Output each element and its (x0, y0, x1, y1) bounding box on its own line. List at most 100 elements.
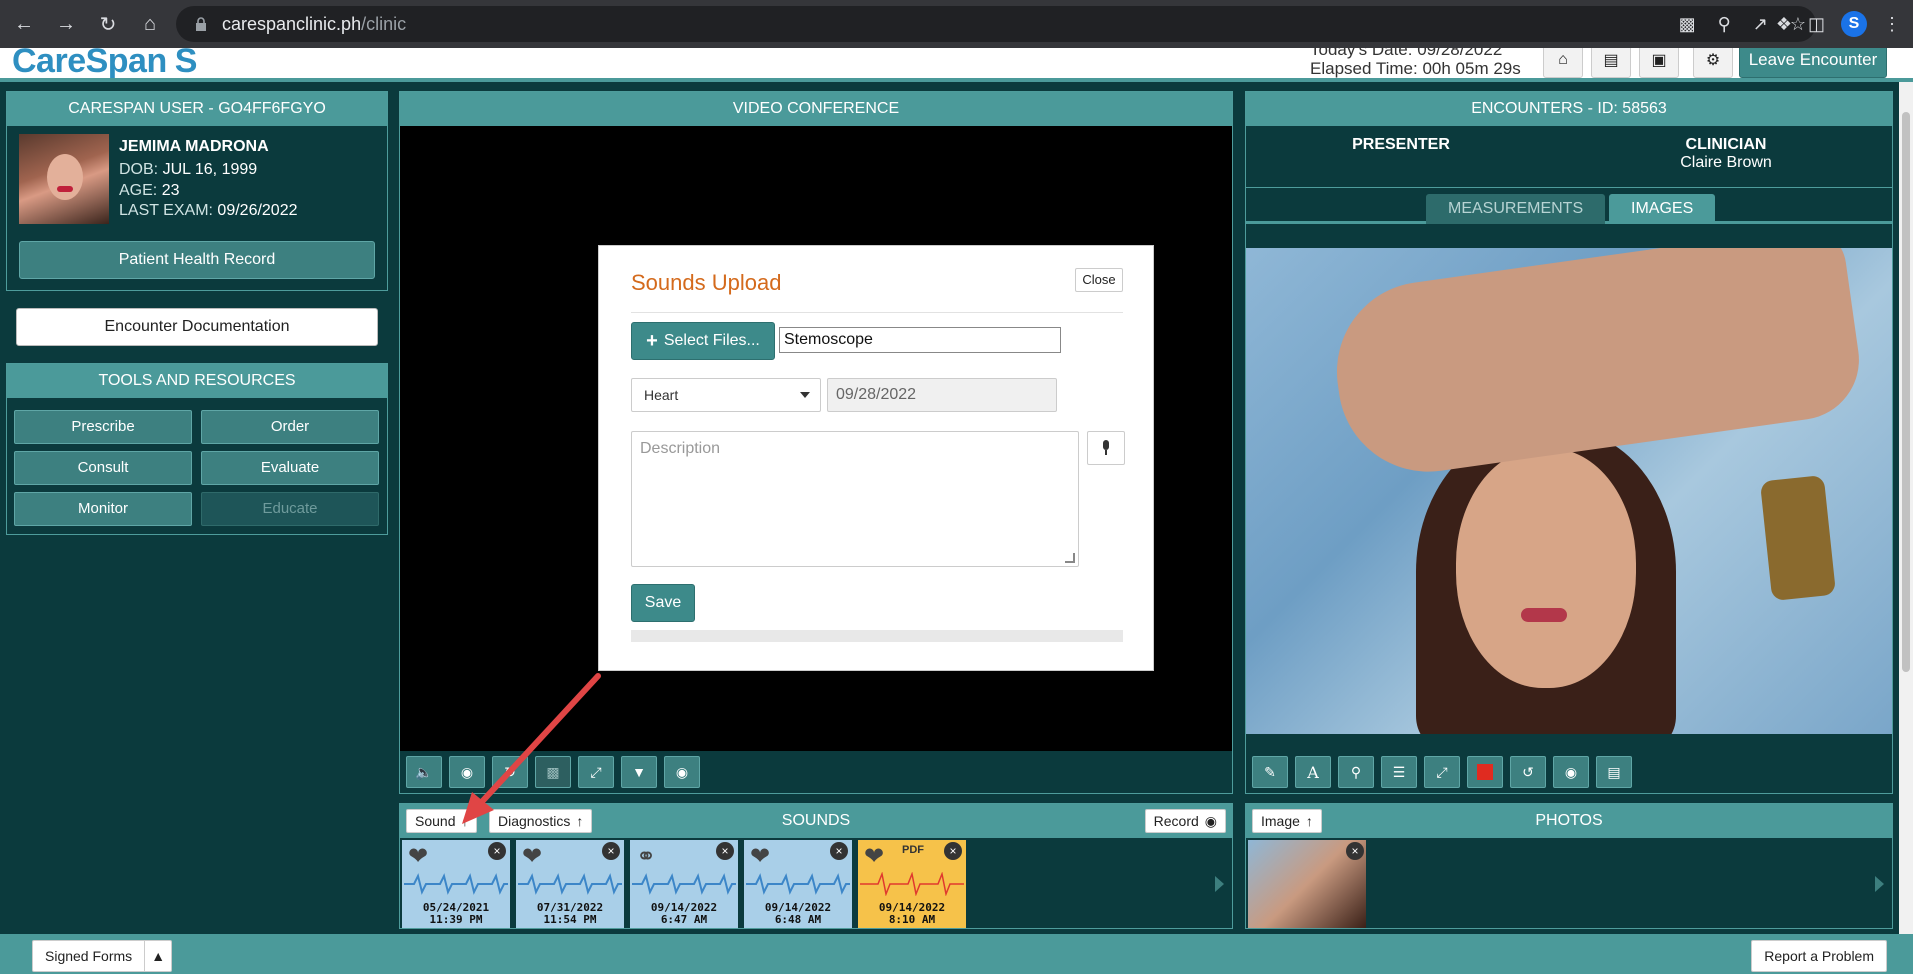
report-problem-button[interactable]: Report a Problem (1751, 940, 1887, 972)
remove-icon[interactable]: × (716, 842, 734, 860)
save-button[interactable]: Save (631, 584, 695, 622)
pencil-icon: ✎ (1264, 763, 1276, 780)
sound-item-pdf[interactable]: ❤ PDF × 09/14/2022 8:10 AM (858, 840, 966, 928)
chevron-up-icon[interactable]: ▲ (145, 948, 171, 964)
video-panel-title: VIDEO CONFERENCE (400, 92, 1232, 126)
home-button[interactable]: ⌂ (1543, 48, 1583, 78)
capture-button[interactable]: ◉ (1553, 756, 1589, 788)
prescribe-button[interactable]: Prescribe (14, 410, 192, 444)
presenter-label: PRESENTER (1352, 136, 1450, 153)
snapshot-button[interactable]: ◉ (664, 756, 700, 788)
patient-health-record-button[interactable]: Patient Health Record (19, 241, 375, 279)
menu-kebab-icon[interactable]: ⋮ (1883, 14, 1901, 35)
clinician: CLINICIAN Claire Brown (1626, 136, 1826, 172)
text-button[interactable]: A (1295, 756, 1331, 788)
description-textarea[interactable]: Description (631, 431, 1079, 567)
sound-item[interactable]: ❤ × 07/31/2022 11:54 PM (516, 840, 624, 928)
sound-btn-label: Sound (415, 813, 456, 829)
briefcase-button[interactable]: ▣ (1639, 48, 1679, 78)
address-bar[interactable]: carespanclinic.ph/clinic ▩ ⚲ ↗ ☆ (176, 6, 1816, 42)
remove-icon[interactable]: × (830, 842, 848, 860)
clinician-label: CLINICIAN (1685, 136, 1767, 153)
remove-icon[interactable]: × (1346, 842, 1364, 860)
diagnostics-upload-button[interactable]: Diagnostics ↑ (489, 809, 593, 833)
remove-icon[interactable]: × (944, 842, 962, 860)
heart-icon: ❤ (864, 843, 885, 870)
close-button[interactable]: Close (1075, 268, 1123, 292)
date-field[interactable]: 09/28/2022 (827, 378, 1057, 412)
forward-icon[interactable]: → (48, 6, 84, 42)
home-icon[interactable]: ⌂ (132, 6, 168, 42)
remove-icon[interactable]: × (488, 842, 506, 860)
document-button[interactable]: ▤ (1591, 48, 1631, 78)
camera-blocked-icon[interactable]: ▩ (1679, 14, 1696, 35)
video-toolbar: 🔈 ◉ ↻ ▩ ⤢ ▼ ◉ (400, 751, 1232, 793)
eye-slash-icon: ◉ (460, 763, 474, 780)
sound-item[interactable]: ❤ × 09/14/2022 6:48 AM (744, 840, 852, 928)
profile-avatar-icon[interactable]: S (1841, 11, 1867, 37)
list-button[interactable]: ☰ (1381, 756, 1417, 788)
settings-button[interactable]: ⚙ (1693, 48, 1733, 78)
page-scrollbar[interactable] (1899, 82, 1913, 934)
organ-select[interactable]: Heart (631, 378, 821, 412)
video-toggle-button[interactable]: ▩ (535, 756, 571, 788)
expand-icon: ⤢ (590, 763, 602, 780)
share-icon[interactable]: ↗ (1753, 14, 1768, 35)
pencil-button[interactable]: ✎ (1252, 756, 1288, 788)
session-times: Today's Date: 09/28/2022 Elapsed Time: 0… (1310, 48, 1521, 78)
photos-panel: PHOTOS Image ↑ × (1245, 803, 1893, 929)
browser-chrome: ← → ↻ ⌂ carespanclinic.ph/clinic ▩ ⚲ ↗ ☆… (0, 0, 1913, 48)
sound-item[interactable]: ❤ × 05/24/2021 11:39 PM (402, 840, 510, 928)
back-icon[interactable]: ← (6, 6, 42, 42)
sounds-title: SOUNDS (781, 812, 851, 829)
image-btn-label: Image (1261, 813, 1300, 829)
select-files-button[interactable]: + Select Files... (631, 322, 775, 360)
modal-divider (631, 312, 1123, 313)
stop-button[interactable] (1467, 756, 1503, 788)
consult-button[interactable]: Consult (14, 451, 192, 485)
fullscreen-button[interactable]: ⤢ (578, 756, 614, 788)
next-arrow-icon[interactable] (1875, 876, 1884, 892)
dictation-button[interactable] (1087, 431, 1125, 465)
microphone-button[interactable]: ▼ (621, 756, 657, 788)
patient-dob: DOB: JUL 16, 1999 (119, 161, 257, 179)
leave-encounter-button[interactable]: Leave Encounter (1739, 48, 1887, 78)
tab-images[interactable]: IMAGES (1609, 194, 1716, 224)
mute-button[interactable]: 🔈 (406, 756, 442, 788)
zoom-icon[interactable]: ⚲ (1718, 14, 1731, 35)
sound-item[interactable]: ⚭ × 09/14/2022 6:47 AM (630, 840, 738, 928)
retake-button[interactable]: ↺ (1510, 756, 1546, 788)
photos-header: PHOTOS Image ↑ (1246, 804, 1892, 838)
sounds-list: ❤ × 05/24/2021 11:39 PM ❤ × 07/31/2022 11:… (400, 840, 1232, 928)
reload-icon[interactable]: ↻ (90, 6, 126, 42)
tab-measurements[interactable]: MEASUREMENTS (1426, 194, 1606, 224)
next-arrow-icon[interactable] (1215, 876, 1224, 892)
lock-icon (196, 17, 206, 31)
fullscreen-button[interactable]: ⤢ (1424, 756, 1460, 788)
rotate-icon: ↻ (504, 763, 516, 780)
hide-self-button[interactable]: ◉ (449, 756, 485, 788)
carespan-logo[interactable]: CareSpan S (12, 48, 197, 78)
document-button[interactable]: ▤ (1596, 756, 1632, 788)
sound-upload-button[interactable]: Sound ↑ (406, 809, 478, 833)
switch-camera-button[interactable]: ↻ (492, 756, 528, 788)
file-name-field[interactable]: Stemoscope (779, 327, 1061, 353)
zoom-button[interactable]: ⚲ (1338, 756, 1374, 788)
encounter-documentation-button[interactable]: Encounter Documentation (16, 308, 378, 346)
side-panel-icon[interactable]: ◫ (1808, 14, 1825, 35)
remove-icon[interactable]: × (602, 842, 620, 860)
image-upload-button[interactable]: Image ↑ (1252, 809, 1322, 833)
resize-grip-icon[interactable] (1065, 553, 1075, 563)
waveform-icon (632, 873, 736, 895)
signed-forms-button[interactable]: Signed Forms ▲ (32, 940, 173, 972)
evaluate-button[interactable]: Evaluate (201, 451, 379, 485)
heart-icon: ❤ (408, 843, 429, 870)
clinician-name: Claire Brown (1680, 154, 1772, 171)
sound-date: 09/14/2022 8:10 AM (878, 901, 946, 926)
order-button[interactable]: Order (201, 410, 379, 444)
monitor-button[interactable]: Monitor (14, 492, 192, 526)
url-host: carespanclinic.ph (222, 13, 362, 34)
record-button[interactable]: Record ◉ (1144, 809, 1226, 833)
extensions-icon[interactable]: ❖ (1776, 14, 1792, 35)
patient-last-exam: LAST EXAM: 09/26/2022 (119, 202, 298, 220)
